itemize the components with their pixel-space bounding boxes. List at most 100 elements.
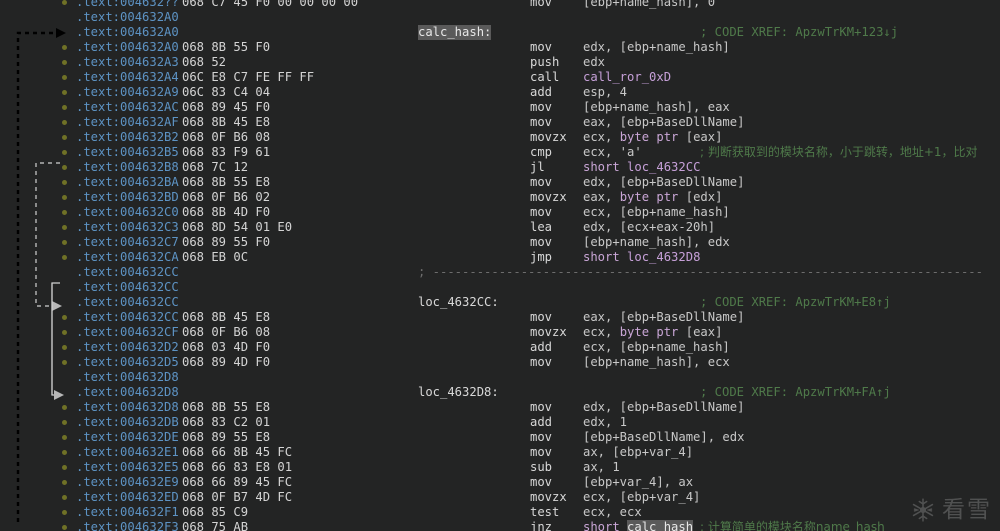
row-operands[interactable]: short calc_hash [583, 520, 694, 531]
row-mnemonic: test [530, 505, 560, 519]
disassembly-row[interactable]: .text:004632AC 068 89 45 F0 mov [ebp+name_h… [0, 100, 1000, 115]
disassembly-row[interactable]: .text:004632AF 068 8B 45 E8 mov eax, [ebp+B… [0, 115, 1000, 130]
disassembly-row[interactable]: .text:004632B2 068 0F B6 08 movzx ecx, byte… [0, 130, 1000, 145]
row-xref-comment: ; CODE XREF: ApzwTrKM+123↓j [700, 25, 899, 39]
row-operands[interactable]: ecx, [ebp+name_hash] [583, 340, 730, 355]
row-address: .text:004632C3 [76, 220, 179, 234]
disassembly-row[interactable]: .text:004632DE 068 89 55 E8 mov [ebp+BaseDl… [0, 430, 1000, 445]
row-operands[interactable]: edx, [ebp+BaseDllName] [583, 400, 744, 415]
disassembly-row[interactable]: .text:004632D5 068 89 4D F0 mov [ebp+name_h… [0, 355, 1000, 370]
disassembly-row[interactable]: .text:004632D8 [0, 370, 1000, 385]
row-operands[interactable]: ax, 1 [583, 460, 620, 475]
row-bytes: 068 8B 55 F0 [182, 40, 271, 54]
disassembly-row[interactable]: .text:004632CA 068 EB 0C jmp short loc_4632… [0, 250, 1000, 265]
row-operands[interactable]: ecx, byte ptr [eax] [583, 130, 722, 145]
row-address: .text:004632BA [76, 175, 179, 189]
disassembly-row[interactable]: .text:004632D2 068 03 4D F0 add ecx, [ebp+n… [0, 340, 1000, 355]
disassembly-row[interactable]: .text:004632A4 06C E8 C7 FE FF FF call call… [0, 70, 1000, 85]
row-operands[interactable]: [ebp+name_hash], eax [583, 100, 730, 115]
row-operands[interactable]: esp, 4 [583, 85, 627, 100]
disassembly-row[interactable]: .text:004632F3 068 75 AB jnz short calc_has… [0, 520, 1000, 531]
disassembly-row[interactable]: .text:004632E9 068 66 89 45 FC mov [ebp+var… [0, 475, 1000, 490]
row-address: .text:004632D8 [76, 385, 179, 399]
row-operands[interactable]: eax, byte ptr [edx] [583, 190, 722, 205]
row-operands[interactable]: ecx, byte ptr [eax] [583, 325, 722, 340]
disassembly-row[interactable]: .text:004632?? 068 C7 45 F0 00 00 00 00 mo… [0, 0, 1000, 10]
disassembly-row[interactable]: .text:004632A3 068 52 push edx [0, 55, 1000, 70]
row-label[interactable]: calc_hash: [418, 25, 492, 40]
row-bytes: 068 8D 54 01 E0 [182, 220, 293, 234]
disassembly-row[interactable]: .text:004632E5 068 66 83 E8 01 sub ax, 1 [0, 460, 1000, 475]
row-operands[interactable]: edx, [ebp+BaseDllName] [583, 175, 744, 190]
row-address: .text:004632DE [76, 430, 179, 444]
disassembly-row[interactable]: .text:004632D8 loc_4632D8: ; CODE XREF: Ap… [0, 385, 1000, 400]
disassembly-row[interactable]: .text:004632F1 068 85 C9 test ecx, ecx [0, 505, 1000, 520]
row-operands[interactable]: [ebp+BaseDllName], edx [583, 430, 744, 445]
row-mnemonic: mov [530, 310, 553, 324]
row-comment: ; 判断获取到的模块名称，小于跳转，地址+1，比对 [700, 145, 978, 159]
row-mnemonic: mov [530, 205, 553, 219]
row-address: .text:004632CA [76, 250, 179, 264]
disassembly-row[interactable]: .text:004632CC 068 8B 45 E8 mov eax, [ebp+B… [0, 310, 1000, 325]
disassembly-row[interactable]: .text:004632A9 06C 83 C4 04 add esp, 4 [0, 85, 1000, 100]
row-address: .text:004632BD [76, 190, 179, 204]
row-operands[interactable]: ecx, ecx [583, 505, 642, 520]
row-operands[interactable]: call_ror_0xD [583, 70, 671, 85]
row-operands[interactable]: [ebp+name_hash], edx [583, 235, 730, 250]
disassembly-row[interactable]: .text:004632E1 068 66 8B 45 FC mov ax, [ebp… [0, 445, 1000, 460]
row-operands[interactable]: [ebp+name_hash], 0 [583, 0, 715, 10]
row-address: .text:004632C0 [76, 205, 179, 219]
row-operands[interactable]: [ebp+var_4], ax [583, 475, 693, 490]
row-operands[interactable]: short loc_4632CC [583, 160, 700, 175]
disassembly-row[interactable]: .text:004632DB 068 83 C2 01 add edx, 1 [0, 415, 1000, 430]
disassembly-row[interactable]: .text:004632D8 068 8B 55 E8 mov edx, [ebp+B… [0, 400, 1000, 415]
disassembly-row[interactable]: .text:004632BA 068 8B 55 E8 mov edx, [ebp+B… [0, 175, 1000, 190]
row-address: .text:004632DB [76, 415, 179, 429]
row-operands[interactable]: ecx, [ebp+var_4] [583, 490, 700, 505]
disassembly-row[interactable]: .text:004632A0 [0, 10, 1000, 25]
row-operands[interactable]: ecx, 'a' [583, 145, 642, 160]
row-operands[interactable]: [ebp+name_hash], ecx [583, 355, 730, 370]
disassembly-row[interactable]: .text:004632CC loc_4632CC: ; CODE XREF: Ap… [0, 295, 1000, 310]
row-bytes: 068 8B 4D F0 [182, 205, 271, 219]
disassembly-row[interactable]: .text:004632CF 068 0F B6 08 movzx ecx, byte… [0, 325, 1000, 340]
row-address: .text:004632CC [76, 265, 179, 279]
disassembly-row[interactable]: .text:004632B8 068 7C 12 jl short loc_4632C… [0, 160, 1000, 175]
row-mnemonic: movzx [530, 325, 567, 339]
disassembly-row[interactable]: .text:004632C3 068 8D 54 01 E0 lea edx, [ec… [0, 220, 1000, 235]
row-operands[interactable]: eax, [ebp+BaseDllName] [583, 115, 744, 130]
row-address: .text:004632A0 [76, 25, 179, 39]
row-bytes: 068 8B 45 E8 [182, 310, 271, 324]
disassembly-row[interactable]: .text:004632B5 068 83 F9 61 cmp ecx, 'a' ; 判… [0, 145, 1000, 160]
row-mnemonic: lea [530, 220, 553, 234]
disassembly-row[interactable]: .text:004632CC ; ------------------------… [0, 265, 1000, 280]
disassembly-row[interactable]: .text:004632C7 068 89 55 F0 mov [ebp+name_h… [0, 235, 1000, 250]
disassembly-row[interactable]: .text:004632ED 068 0F B7 4D FC movzx ecx, [… [0, 490, 1000, 505]
row-bytes: 06C 83 C4 04 [182, 85, 271, 99]
row-address: .text:004632E5 [76, 460, 179, 474]
row-operands[interactable]: edx, [ebp+name_hash] [583, 40, 730, 55]
row-address: .text:004632A4 [76, 70, 179, 84]
disassembly-row[interactable]: .text:004632A0 068 8B 55 F0 mov edx, [ebp+n… [0, 40, 1000, 55]
row-operands[interactable]: eax, [ebp+BaseDllName] [583, 310, 744, 325]
disassembly-view[interactable]: .text:004632?? 068 C7 45 F0 00 00 00 00 mo… [0, 0, 1000, 531]
row-label[interactable]: loc_4632D8: [418, 385, 499, 400]
row-mnemonic: add [530, 340, 553, 354]
row-operands[interactable]: ax, [ebp+var_4] [583, 445, 693, 460]
row-address: .text:004632D8 [76, 400, 179, 414]
row-operands[interactable]: short loc_4632D8 [583, 250, 700, 265]
disassembly-row[interactable]: .text:004632A0 calc_hash: ; CODE XREF: Apz… [0, 25, 1000, 40]
row-operands[interactable]: edx, [ecx+eax-20h] [583, 220, 715, 235]
row-address: .text:004632B8 [76, 160, 179, 174]
disassembly-row[interactable]: .text:004632C0 068 8B 4D F0 mov ecx, [ebp+n… [0, 205, 1000, 220]
row-address: .text:004632CF [76, 325, 179, 339]
row-operands[interactable]: ecx, [ebp+name_hash] [583, 205, 730, 220]
row-operands[interactable]: edx, 1 [583, 415, 627, 430]
row-address: .text:004632CC [76, 280, 179, 294]
disassembly-row[interactable]: .text:004632BD 068 0F B6 02 movzx eax, byte… [0, 190, 1000, 205]
row-mnemonic: sub [530, 460, 553, 474]
row-operands[interactable]: edx [583, 55, 605, 70]
row-bytes: 068 83 F9 61 [182, 145, 271, 159]
disassembly-row[interactable]: .text:004632CC [0, 280, 1000, 295]
row-label[interactable]: loc_4632CC: [418, 295, 499, 310]
